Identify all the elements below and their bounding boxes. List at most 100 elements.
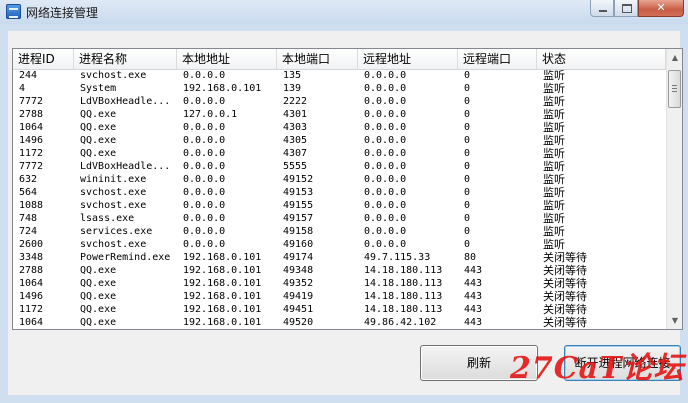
cell-remote-address: 0.0.0.0	[364, 135, 407, 146]
cell-pid: 3348	[19, 252, 44, 263]
table-row[interactable]: 1064 QQ.exe 192.168.0.101 49352 14.18.180.11…	[13, 277, 666, 290]
cell-local-address: 192.168.0.101	[183, 265, 262, 276]
cell-process-name: svchost.exe	[80, 239, 147, 250]
table-row[interactable]: 7772 LdVBoxHeadle... 0.0.0.0 2222 0.0.0.0 0 监听	[13, 95, 666, 108]
column-header-local-port[interactable]: 本地端口	[277, 49, 358, 69]
scroll-down-icon[interactable]: ▼	[667, 312, 682, 329]
disconnect-process-button[interactable]: 断开进程网络连接	[564, 345, 681, 381]
cell-local-address: 0.0.0.0	[183, 187, 226, 198]
table-row[interactable]: 1088 svchost.exe 0.0.0.0 49155 0.0.0.0 0 监听	[13, 199, 666, 212]
cell-status: 关闭等待	[543, 316, 587, 329]
cell-process-name: LdVBoxHeadle...	[80, 161, 171, 172]
cell-local-port: 49348	[283, 265, 314, 276]
cell-remote-port: 443	[464, 278, 483, 289]
cell-process-name: services.exe	[80, 226, 153, 237]
cell-local-port: 49157	[283, 213, 314, 224]
cell-remote-address: 0.0.0.0	[364, 226, 407, 237]
table-row[interactable]: 748 lsass.exe 0.0.0.0 49157 0.0.0.0 0 监听	[13, 212, 666, 225]
cell-process-name: wininit.exe	[80, 174, 147, 185]
cell-local-port: 49419	[283, 291, 314, 302]
cell-pid: 4	[19, 83, 26, 94]
cell-local-address: 192.168.0.101	[183, 83, 262, 94]
cell-remote-port: 0	[464, 187, 471, 198]
table-row[interactable]: 7772 LdVBoxHeadle... 0.0.0.0 5555 0.0.0.0 0 监听	[13, 160, 666, 173]
cell-process-name: System	[80, 83, 117, 94]
close-button[interactable]: ✕	[638, 0, 684, 17]
refresh-button[interactable]: 刷新	[420, 345, 538, 381]
cell-status: 监听	[543, 69, 565, 82]
cell-remote-address: 0.0.0.0	[364, 239, 407, 250]
cell-remote-port: 0	[464, 200, 471, 211]
table-row[interactable]: 564 svchost.exe 0.0.0.0 49153 0.0.0.0 0 监听	[13, 186, 666, 199]
table-row[interactable]: 1064 QQ.exe 0.0.0.0 4303 0.0.0.0 0 监听	[13, 121, 666, 134]
cell-remote-address: 49.7.115.33	[364, 252, 431, 263]
connection-list[interactable]: 进程ID 进程名称 本地地址 本地端口 远程地址 远程端口 状态 244 svch…	[12, 48, 683, 330]
cell-local-address: 192.168.0.101	[183, 278, 262, 289]
cell-pid: 632	[19, 174, 38, 185]
cell-remote-address: 0.0.0.0	[364, 213, 407, 224]
close-icon: ✕	[656, 1, 666, 14]
cell-status: 监听	[543, 199, 565, 212]
scroll-thumb[interactable]	[668, 70, 681, 108]
table-row[interactable]: 2788 QQ.exe 192.168.0.101 49348 14.18.180.11…	[13, 264, 666, 277]
table-row[interactable]: 1172 QQ.exe 0.0.0.0 4307 0.0.0.0 0 监听	[13, 147, 666, 160]
cell-local-port: 139	[283, 83, 302, 94]
title-bar[interactable]: 网络连接管理 ✕	[0, 0, 688, 24]
table-row[interactable]: 724 services.exe 0.0.0.0 49158 0.0.0.0 0 监听	[13, 225, 666, 238]
cell-remote-address: 14.18.180.113	[364, 291, 443, 302]
network-app-icon	[6, 4, 21, 19]
table-row[interactable]: 2788 QQ.exe 127.0.0.1 4301 0.0.0.0 0 监听	[13, 108, 666, 121]
table-row[interactable]: 1496 QQ.exe 0.0.0.0 4305 0.0.0.0 0 监听	[13, 134, 666, 147]
column-header-remote-port[interactable]: 远程端口	[458, 49, 537, 69]
cell-local-address: 127.0.0.1	[183, 109, 238, 120]
cell-process-name: QQ.exe	[80, 109, 117, 120]
column-header-local-address[interactable]: 本地地址	[177, 49, 277, 69]
column-header-status[interactable]: 状态	[537, 49, 666, 69]
cell-local-address: 192.168.0.101	[183, 304, 262, 315]
cell-local-port: 4303	[283, 122, 308, 133]
table-row[interactable]: 632 wininit.exe 0.0.0.0 49152 0.0.0.0 0 监听	[13, 173, 666, 186]
table-row[interactable]: 244 svchost.exe 0.0.0.0 135 0.0.0.0 0 监听	[13, 69, 666, 82]
table-row[interactable]: 1496 QQ.exe 192.168.0.101 49419 14.18.180.11…	[13, 290, 666, 303]
cell-remote-address: 0.0.0.0	[364, 109, 407, 120]
cell-process-name: QQ.exe	[80, 122, 117, 133]
table-row[interactable]: 3348 PowerRemind.exe 192.168.0.101 49174 49.…	[13, 251, 666, 264]
maximize-button[interactable]	[614, 0, 638, 17]
cell-process-name: QQ.exe	[80, 135, 117, 146]
cell-status: 监听	[543, 238, 565, 251]
table-row[interactable]: 2600 svchost.exe 0.0.0.0 49160 0.0.0.0 0 监听	[13, 238, 666, 251]
cell-local-address: 192.168.0.101	[183, 291, 262, 302]
cell-remote-port: 0	[464, 122, 471, 133]
cell-local-address: 0.0.0.0	[183, 213, 226, 224]
cell-pid: 1172	[19, 304, 44, 315]
cell-local-address: 0.0.0.0	[183, 200, 226, 211]
column-header-pid[interactable]: 进程ID	[13, 49, 74, 69]
scroll-up-icon[interactable]: ▲	[667, 49, 682, 66]
vertical-scrollbar[interactable]: ▲ ▼	[666, 49, 682, 329]
table-row[interactable]: 1172 QQ.exe 192.168.0.101 49451 14.18.180.11…	[13, 303, 666, 316]
table-row[interactable]: 4 System 192.168.0.101 139 0.0.0.0 0 监听	[13, 82, 666, 95]
cell-remote-port: 0	[464, 239, 471, 250]
cell-process-name: QQ.exe	[80, 278, 117, 289]
cell-remote-port: 0	[464, 83, 471, 94]
cell-pid: 564	[19, 187, 38, 198]
minimize-button[interactable]	[590, 0, 614, 17]
column-header-remote-address[interactable]: 远程地址	[358, 49, 458, 69]
cell-pid: 1496	[19, 291, 44, 302]
cell-local-port: 49451	[283, 304, 314, 315]
cell-local-address: 0.0.0.0	[183, 70, 226, 81]
thumb-grip-line	[672, 88, 677, 89]
cell-remote-address: 14.18.180.113	[364, 304, 443, 315]
cell-status: 监听	[543, 160, 565, 173]
cell-process-name: PowerRemind.exe	[80, 252, 171, 263]
cell-remote-port: 0	[464, 96, 471, 107]
cell-remote-address: 49.86.42.102	[364, 317, 437, 328]
cell-process-name: QQ.exe	[80, 148, 117, 159]
cell-remote-port: 0	[464, 213, 471, 224]
column-header-process-name[interactable]: 进程名称	[74, 49, 177, 69]
cell-pid: 2788	[19, 265, 44, 276]
cell-remote-port: 0	[464, 109, 471, 120]
cell-remote-port: 0	[464, 135, 471, 146]
cell-pid: 1172	[19, 148, 44, 159]
table-row[interactable]: 1064 QQ.exe 192.168.0.101 49520 49.86.42.102…	[13, 316, 666, 329]
